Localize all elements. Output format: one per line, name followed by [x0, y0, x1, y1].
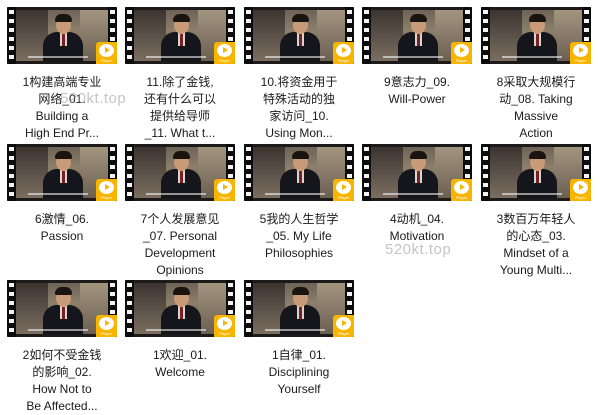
video-thumbnail[interactable]: Player: [7, 144, 117, 201]
video-thumbnail[interactable]: Player: [362, 7, 472, 64]
film-strip-left: [7, 7, 16, 64]
file-name-label[interactable]: 11.除了金钱, 还有什么可以 提供给导师 _11. What t...: [122, 74, 238, 142]
player-badge-icon: Player: [214, 315, 235, 337]
film-strip-left: [244, 144, 253, 201]
play-icon: [454, 44, 469, 57]
film-strip-left: [481, 7, 490, 64]
video-thumbnail[interactable]: Player: [125, 144, 235, 201]
watermark-top: 520kt.top: [60, 90, 127, 107]
play-icon: [217, 44, 232, 57]
player-badge-icon: Player: [214, 179, 235, 201]
film-strip-left: [125, 280, 134, 337]
video-thumbnail[interactable]: Player: [125, 280, 235, 337]
play-icon: [217, 181, 232, 194]
video-frame: [134, 10, 226, 61]
player-badge-icon: Player: [96, 179, 117, 201]
video-thumbnail[interactable]: Player: [7, 280, 117, 337]
video-frame: [134, 283, 226, 334]
video-frame: [16, 10, 108, 61]
player-badge-icon: Player: [214, 42, 235, 64]
file-grid: Player 1构建高端专业 网络_01. Building a High En…: [0, 0, 600, 413]
video-thumbnail[interactable]: Player: [481, 7, 591, 64]
player-badge-icon: Player: [451, 179, 472, 201]
video-thumbnail[interactable]: Player: [362, 144, 472, 201]
video-thumbnail[interactable]: Player: [244, 7, 354, 64]
file-name-label[interactable]: 4动机_04. Motivation: [359, 211, 475, 245]
play-icon: [573, 44, 588, 57]
video-frame: [371, 10, 463, 61]
film-strip-left: [481, 144, 490, 201]
player-badge-icon: Player: [570, 42, 591, 64]
play-icon: [217, 317, 232, 330]
film-strip-left: [7, 280, 16, 337]
play-icon: [573, 181, 588, 194]
file-name-label[interactable]: 1构建高端专业 网络_01. Building a High End Pr...: [4, 74, 120, 142]
film-strip-left: [7, 144, 16, 201]
file-name-label[interactable]: 5我的人生哲学 _05. My Life Philosophies: [241, 211, 357, 262]
file-name-label[interactable]: 7个人发展意见 _07. Personal Development Opinio…: [122, 211, 238, 279]
play-icon: [336, 181, 351, 194]
film-strip-left: [362, 7, 371, 64]
video-frame: [253, 10, 345, 61]
file-name-label[interactable]: 1自律_01. Disciplining Yourself: [241, 347, 357, 398]
video-frame: [253, 283, 345, 334]
video-frame: [16, 147, 108, 198]
play-icon: [99, 181, 114, 194]
file-name-label[interactable]: 3数百万年轻人 的心态_03. Mindset of a Young Multi…: [478, 211, 594, 279]
player-badge-icon: Player: [570, 179, 591, 201]
play-icon: [99, 317, 114, 330]
play-icon: [99, 44, 114, 57]
video-thumbnail[interactable]: Player: [7, 7, 117, 64]
player-badge-icon: Player: [333, 315, 354, 337]
file-name-label[interactable]: 9意志力_09. Will-Power: [359, 74, 475, 108]
file-name-label[interactable]: 2如何不受金钱 的影响_02. How Not to Be Affected..…: [4, 347, 120, 415]
video-frame: [490, 10, 582, 61]
file-name-label[interactable]: 8采取大规模行 动_08. Taking Massive Action: [478, 74, 594, 142]
film-strip-left: [244, 280, 253, 337]
player-badge-icon: Player: [333, 179, 354, 201]
video-frame: [16, 283, 108, 334]
video-thumbnail[interactable]: Player: [244, 144, 354, 201]
video-frame: [371, 147, 463, 198]
watermark-bottom: 520kt.top: [385, 241, 452, 258]
file-name-label[interactable]: 1欢迎_01. Welcome: [122, 347, 238, 381]
film-strip-left: [125, 7, 134, 64]
video-thumbnail[interactable]: Player: [244, 280, 354, 337]
video-thumbnail[interactable]: Player: [481, 144, 591, 201]
video-frame: [490, 147, 582, 198]
play-icon: [336, 317, 351, 330]
film-strip-left: [244, 7, 253, 64]
video-frame: [253, 147, 345, 198]
play-icon: [336, 44, 351, 57]
player-badge-icon: Player: [96, 315, 117, 337]
player-badge-icon: Player: [96, 42, 117, 64]
file-name-label[interactable]: 10.将资金用于 特殊活动的独 家访问_10. Using Mon...: [241, 74, 357, 142]
film-strip-left: [362, 144, 371, 201]
file-name-label[interactable]: 6激情_06. Passion: [4, 211, 120, 245]
film-strip-left: [125, 144, 134, 201]
video-frame: [134, 147, 226, 198]
video-thumbnail[interactable]: Player: [125, 7, 235, 64]
player-badge-icon: Player: [333, 42, 354, 64]
player-badge-icon: Player: [451, 42, 472, 64]
play-icon: [454, 181, 469, 194]
